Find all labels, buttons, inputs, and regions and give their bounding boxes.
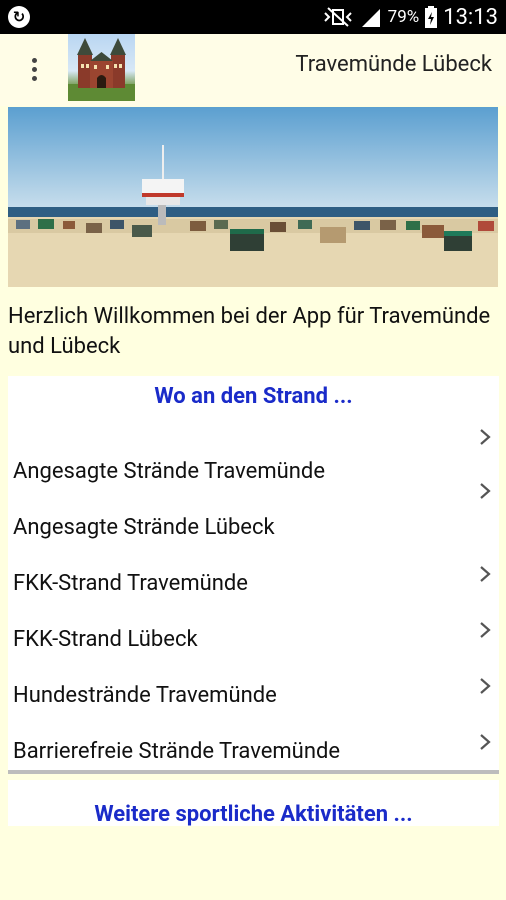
signal-icon [361, 9, 380, 27]
chevron-right-icon [480, 566, 491, 582]
menu-item-fkk-strand-luebeck[interactable]: FKK-Strand Lübeck [8, 600, 499, 656]
app-bar: Travemünde Lübeck [0, 34, 506, 106]
status-bar: ↻ 79% 13:13 [0, 0, 506, 34]
welcome-text: Herzlich Willkommen bei der App für Trav… [8, 304, 491, 359]
menu-item-angesagte-straende-travemuende[interactable]: Angesagte Strände Travemünde [8, 429, 499, 488]
sports-section-card[interactable]: Weitere sportliche Aktivitäten ... [8, 780, 499, 826]
chevron-right-icon [480, 678, 491, 694]
chevron-right-icon [480, 734, 491, 750]
status-icons: 79% 13:13 [322, 0, 498, 34]
clock: 13:13 [443, 4, 498, 30]
beach-section-card: Wo an den Strand ... Angesagte Strände T… [8, 376, 499, 774]
sync-icon: ↻ [8, 6, 30, 28]
chevron-right-icon [480, 483, 491, 499]
overflow-menu-icon[interactable] [22, 55, 46, 85]
menu-item-label: Angesagte Strände Travemünde [13, 459, 325, 484]
holstentor-logo [68, 34, 135, 101]
chevron-right-icon [480, 622, 491, 638]
card-divider [8, 770, 499, 774]
beach-hero-image [8, 107, 498, 287]
menu-item-label: FKK-Strand Travemünde [13, 571, 248, 596]
menu-item-hundestraende-travemuende[interactable]: Hundestrände Travemünde [8, 656, 499, 712]
app-title: Travemünde Lübeck [295, 52, 492, 77]
battery-icon [425, 6, 438, 28]
menu-item-fkk-strand-travemuende[interactable]: FKK-Strand Travemünde [8, 544, 499, 600]
chevron-right-icon [480, 429, 491, 445]
menu-item-label: Hundestrände Travemünde [13, 683, 277, 708]
menu-item-label: FKK-Strand Lübeck [13, 627, 198, 652]
menu-item-barrierefreie-straende-travemuende[interactable]: Barrierefreie Strände Travemünde [8, 712, 499, 768]
menu-item-label: Barrierefreie Strände Travemünde [13, 739, 341, 764]
menu-item-label: Angesagte Strände Lübeck [13, 515, 275, 540]
battery-percent: 79% [387, 7, 420, 27]
mute-vibrate-icon [323, 7, 352, 27]
section-heading: Weitere sportliche Aktivitäten ... [94, 802, 413, 826]
menu-item-angesagte-straende-luebeck[interactable]: Angesagte Strände Lübeck [8, 483, 499, 544]
section-heading: Wo an den Strand ... [154, 384, 353, 409]
